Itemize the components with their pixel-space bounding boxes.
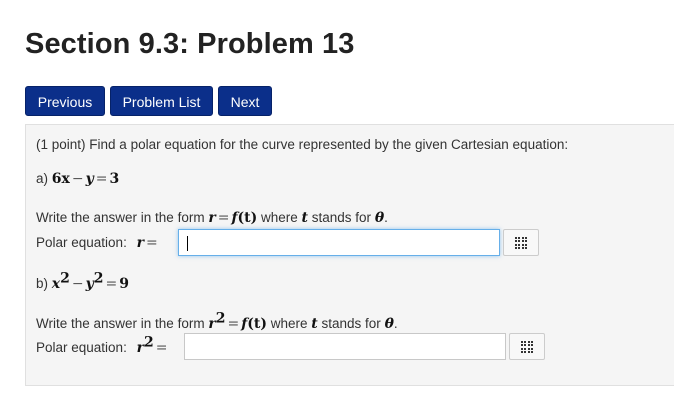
instruction-text: Write the answer in the form: [36, 316, 205, 331]
equation-editor-button[interactable]: [503, 229, 539, 256]
math-var: t: [311, 316, 318, 332]
part-b-label: b): [36, 276, 49, 291]
minus-sign: −: [71, 171, 84, 187]
part-b-equation: b) x2− y2 = 9: [36, 272, 129, 293]
equation-term: 9: [119, 276, 129, 292]
equals-sign: =: [105, 276, 118, 292]
math-arg: (t): [247, 316, 267, 332]
problem-intro: Find a polar equation for the curve repr…: [89, 137, 569, 152]
math-var: x: [51, 276, 61, 292]
part-a-answer-label: Polar equation: r =: [36, 235, 160, 251]
part-a-equation: a) 6x − y = 3: [36, 171, 119, 187]
math-arg: (t): [237, 210, 258, 226]
part-a-label: a): [36, 171, 49, 186]
part-b-instruction: Write the answer in the form r2 = f(t) whe…: [36, 312, 398, 333]
page-title: Section 9.3: Problem 13: [25, 28, 355, 60]
grid-icon: [515, 237, 527, 249]
next-button[interactable]: Next: [218, 86, 272, 116]
part-a-instruction: Write the answer in the form r = f(t) wher…: [36, 210, 388, 226]
equation-term: y: [85, 171, 94, 187]
polar-equation-label: Polar equation:: [36, 235, 127, 250]
instruction-text: Write the answer in the form: [36, 210, 205, 225]
math-var: y: [85, 276, 94, 292]
math-var: t: [301, 210, 308, 226]
exponent: 2: [143, 334, 154, 351]
equals-sign: =: [227, 316, 240, 332]
math-var: θ: [384, 316, 394, 332]
instruction-text: where: [270, 316, 308, 331]
points-label: (1 point): [36, 137, 86, 152]
part-b-answer-input[interactable]: [184, 333, 506, 360]
exponent: 2: [93, 270, 104, 287]
math-var: r: [208, 210, 216, 226]
equals-sign: =: [217, 210, 230, 226]
equals-sign: =: [95, 171, 108, 187]
problem-panel: (1 point) Find a polar equation for the …: [25, 124, 674, 386]
exponent: 2: [60, 270, 70, 287]
polar-equation-label: Polar equation:: [36, 340, 127, 355]
instruction-text: stands for: [311, 210, 372, 225]
math-var: r: [208, 316, 216, 332]
math-var: r: [136, 235, 144, 251]
problem-statement: (1 point) Find a polar equation for the …: [36, 137, 568, 152]
equation-term: 6x: [51, 171, 70, 187]
equation-term: 3: [109, 171, 120, 187]
previous-button[interactable]: Previous: [25, 86, 105, 116]
instruction-text: where: [260, 210, 298, 225]
equals-sign: =: [155, 340, 168, 356]
grid-icon: [521, 341, 533, 353]
instruction-text: .: [393, 316, 398, 331]
part-b-answer-label: Polar equation: r2 =: [36, 336, 169, 357]
instruction-text: .: [384, 210, 388, 225]
math-var: r: [136, 340, 144, 356]
minus-sign: −: [71, 276, 84, 292]
problem-list-button[interactable]: Problem List: [110, 86, 213, 116]
math-var: θ: [374, 210, 385, 226]
part-a-answer-input[interactable]: [178, 229, 500, 256]
instruction-text: stands for: [321, 316, 381, 331]
text-caret: [187, 236, 188, 251]
equation-editor-button[interactable]: [509, 333, 545, 360]
equals-sign: =: [145, 235, 158, 251]
